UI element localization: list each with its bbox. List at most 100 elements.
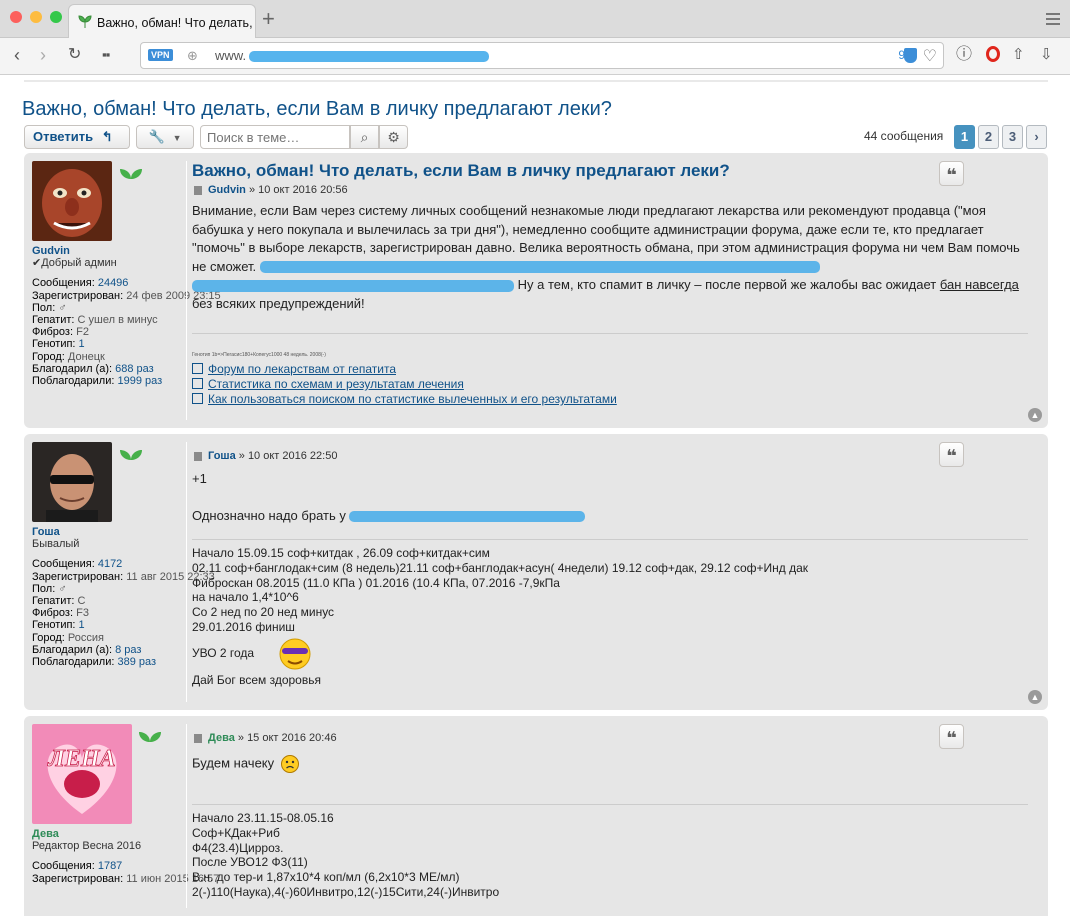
signature-line: Дай Бог всем здоровья (192, 672, 321, 687)
post-icon (194, 186, 202, 195)
external-link-icon (192, 393, 203, 404)
post-author-rank: ✔Добрый админ (32, 257, 117, 270)
address-bar[interactable]: VPN ⊕ www. 9 ♡ (140, 42, 944, 69)
stat-row: Поблагодарили: 1999 раз (32, 375, 163, 388)
stat-row: Фиброз: F2 (32, 326, 89, 339)
speed-dial-icon[interactable]: ▪▪ (102, 44, 110, 66)
opera-icon[interactable] (986, 46, 1000, 62)
stat-row: Сообщения: 1787 (32, 860, 123, 873)
page-3-button[interactable]: 3 (1002, 125, 1023, 149)
signature-line: Со 2 нед по 20 нед минус (192, 605, 335, 620)
url-redaction (249, 51, 489, 62)
post-author-name[interactable]: Гоша (32, 526, 184, 538)
quote-icon: ❝ (946, 446, 957, 466)
post-icon (194, 452, 202, 461)
topic-tools-button[interactable]: 🔧 ▼ (136, 125, 194, 149)
quote-button[interactable]: ❝ (939, 161, 964, 186)
avatar-deva[interactable]: ЛЕНА (32, 724, 132, 824)
site-favicon-icon (78, 15, 92, 28)
quote-button[interactable]: ❝ (939, 442, 964, 467)
stat-link[interactable]: 1787 (98, 860, 122, 872)
post-meta-author[interactable]: Gudvin (208, 184, 246, 196)
redacted-text (349, 510, 586, 522)
zoom-window-button[interactable] (50, 11, 62, 23)
topic-title[interactable]: Важно, обман! Что делать, если Вам в лич… (22, 98, 612, 121)
signature-link[interactable]: Как пользоваться поиском по статистике в… (192, 392, 1028, 407)
page-1-button[interactable]: 1 (954, 125, 975, 149)
reply-button[interactable]: Ответить ↰ (24, 125, 130, 149)
advanced-search-button[interactable]: ⚙ (379, 125, 408, 149)
post-meta-author[interactable]: Гоша (208, 450, 236, 462)
heart-icon[interactable]: ♡ (923, 46, 937, 66)
active-tab[interactable]: Важно, обман! Что делать, е (68, 4, 256, 38)
signature-line: Соф+КДак+Риб (192, 825, 280, 840)
post-profile: ЛЕНА Дева Редактор Весна 2016 Сообщения:… (32, 724, 219, 885)
post-text: +1 (192, 471, 207, 486)
new-tab-button[interactable]: + (262, 6, 275, 32)
share-icon[interactable]: ⇧ (1012, 44, 1025, 66)
post-date: » 10 окт 2016 22:50 (238, 450, 338, 462)
post-divider (186, 161, 187, 420)
info-icon[interactable]: ⓘ (956, 44, 972, 66)
stat-link[interactable]: 389 раз (118, 656, 157, 668)
quote-icon: ❝ (946, 728, 957, 748)
stat-row: Город: Донецк (32, 350, 105, 363)
post-icon (194, 734, 202, 743)
signature: Начало 15.09.15 соф+китдак , 26.09 соф+к… (192, 539, 1028, 688)
post-title[interactable]: Важно, обман! Что делать, если Вам в лич… (192, 161, 1028, 181)
stat-row: Сообщения: 24496 (32, 277, 129, 290)
reload-icon[interactable]: ↻ (68, 44, 81, 66)
stat-link[interactable]: 24496 (98, 277, 129, 289)
ban-link[interactable]: бан навсегда (940, 277, 1019, 292)
close-window-button[interactable] (10, 11, 22, 23)
download-icon[interactable]: ⇩ (1040, 44, 1053, 66)
stat-row: Город: Россия (32, 631, 104, 644)
topic-search-input[interactable] (200, 125, 350, 149)
post-meta: Дева » 15 окт 2016 20:46 (192, 732, 1028, 744)
stat-link[interactable]: 4172 (98, 558, 122, 570)
back-icon[interactable]: ‹ (14, 44, 20, 66)
post-body: Гоша » 10 окт 2016 22:50 +1 Однозначно н… (192, 442, 1028, 688)
worried-smiley-icon (280, 755, 299, 773)
back-to-top-button[interactable]: ▲ (1028, 408, 1042, 422)
post-author-name[interactable]: Дева (32, 828, 184, 840)
gear-icon: ⚙ (387, 129, 400, 145)
avatar-text: ЛЕНА (47, 746, 115, 772)
signature: Начало 23.11.15-08.05.16 Соф+КДак+Риб Ф4… (192, 804, 1028, 900)
search-button[interactable]: ⌕ (350, 125, 379, 149)
post-text: Ну а тем, кто спамит в личку – после пер… (517, 277, 937, 292)
next-page-button[interactable]: › (1026, 125, 1047, 149)
wrench-icon: 🔧 (148, 129, 165, 144)
minimize-window-button[interactable] (30, 11, 42, 23)
signature-line: 2(-)110(Наука),4(-)60Инвитро,12(-)15Сити… (192, 884, 500, 899)
post-meta-author[interactable]: Дева (208, 732, 235, 744)
redacted-text (259, 261, 820, 274)
url-text: www. (215, 48, 247, 63)
post-date: » 10 окт 2016 20:56 (248, 184, 348, 196)
signature-line: Начало 23.11.15-08.05.16 (192, 811, 334, 825)
sprout-icon (120, 169, 142, 192)
post-body: Важно, обман! Что делать, если Вам в лич… (192, 161, 1028, 407)
stat-row: Пол: ♂ (32, 582, 67, 595)
shield-icon[interactable] (904, 48, 917, 63)
tab-menu-icon[interactable] (1046, 10, 1060, 28)
signature-line: После УВО12 Ф3(11) (192, 855, 308, 870)
tab-title: Важно, обман! Что делать, е (97, 16, 256, 30)
quote-button[interactable]: ❝ (939, 724, 964, 749)
back-to-top-button[interactable]: ▲ (1028, 690, 1042, 704)
forward-icon[interactable]: › (40, 44, 46, 66)
stat-link[interactable]: 8 раз (115, 644, 141, 656)
avatar-gudvin[interactable] (32, 161, 112, 241)
signature-line: В.н. до тер-и 1,87х10*4 коп/мл (6,2х10*3… (192, 870, 460, 885)
chevron-up-icon: ▲ (1030, 692, 1040, 702)
avatar-gosha[interactable] (32, 442, 112, 522)
post-author-name[interactable]: Gudvin (32, 245, 184, 257)
post-deva: ЛЕНА Дева Редактор Весна 2016 Сообщения:… (24, 716, 1048, 916)
vpn-badge[interactable]: VPN (148, 49, 173, 61)
signature-link[interactable]: Форум по лекарствам от гепатита (192, 362, 1028, 377)
page-2-button[interactable]: 2 (978, 125, 999, 149)
stat-link[interactable]: 1999 раз (118, 375, 163, 387)
stat-link[interactable]: 688 раз (115, 363, 154, 375)
signature-link[interactable]: Статистика по схемам и результатам лечен… (192, 377, 1028, 392)
signature-line: на начало 1,4*10^6 (192, 590, 299, 605)
